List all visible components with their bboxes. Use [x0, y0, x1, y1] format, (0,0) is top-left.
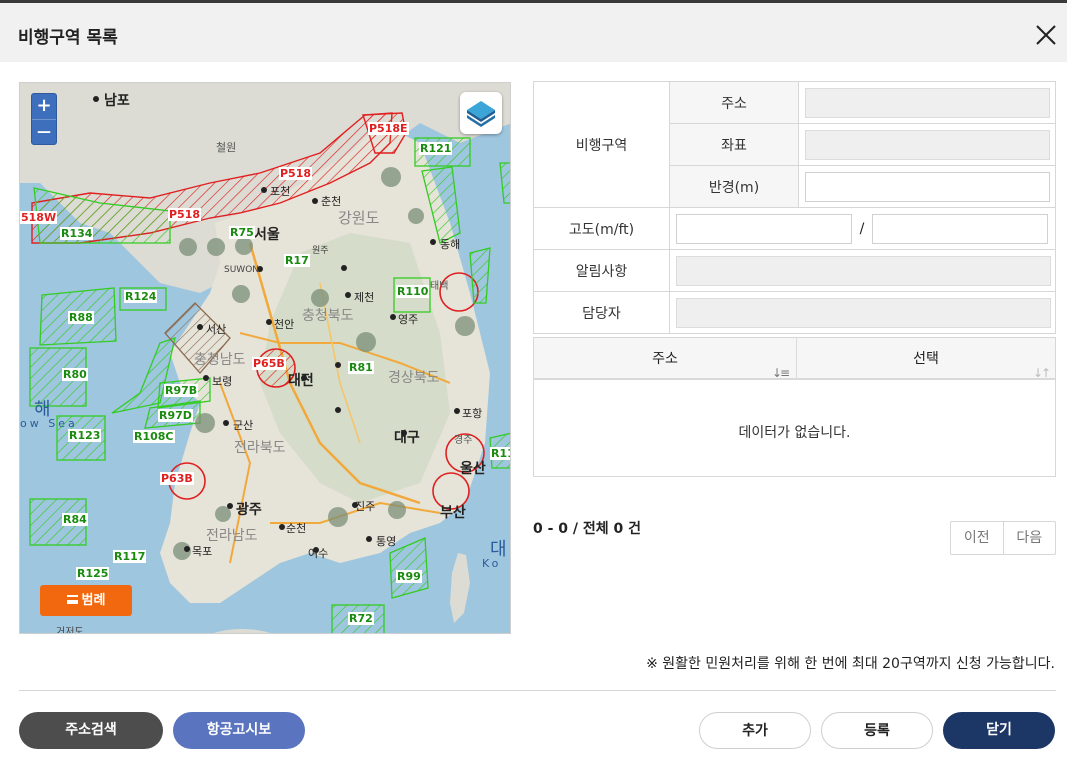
address-input[interactable]: [805, 87, 1050, 118]
zoom-out-button[interactable]: —: [32, 119, 56, 144]
close-button[interactable]: 닫기: [943, 712, 1055, 749]
coord-label: 좌표: [669, 123, 799, 166]
zone-label-R125: R125: [76, 567, 110, 580]
address-search-button[interactable]: 주소검색: [19, 712, 163, 749]
prev-button[interactable]: 이전: [951, 522, 1003, 554]
legend-button[interactable]: 범례: [40, 585, 132, 616]
zone-label-R134: R134: [60, 227, 94, 240]
sort-icon[interactable]: ↓↑: [1033, 352, 1051, 394]
address-label: 주소: [669, 81, 799, 124]
zone-label-P65B: P65B: [252, 357, 286, 370]
dialog-title: 비행구역 목록: [18, 28, 118, 48]
zone-label-R108C: R108C: [133, 430, 175, 443]
legend-button-label: 범례: [81, 593, 106, 608]
layers-button[interactable]: [460, 92, 502, 134]
zone-label-R97D: R97D: [158, 409, 193, 422]
zoom-control: + —: [31, 93, 57, 145]
zone-label-R97B: R97B: [164, 384, 199, 397]
zoom-in-button[interactable]: +: [32, 94, 56, 119]
zone-list: 주소 ↓≡ 선택 ↓↑ 데이터가 없습니다.: [533, 337, 1056, 477]
list-header: 주소 ↓≡ 선택 ↓↑: [534, 338, 1055, 380]
close-icon[interactable]: [1033, 22, 1059, 48]
altitude-separator: /: [859, 220, 865, 237]
zone-label-R80: R80: [62, 368, 88, 381]
manager-input[interactable]: [676, 297, 1051, 328]
zone-label-P63B: P63B: [160, 472, 194, 485]
register-button[interactable]: 등록: [821, 712, 933, 749]
zone-label-R123: R123: [68, 429, 102, 442]
limit-notice: ※ 원활한 민원처리를 위해 한 번에 최대 20구역까지 신청 가능합니다.: [646, 656, 1055, 672]
zone-label-P518E: P518E: [368, 122, 409, 135]
zone-label-R117: R117: [113, 550, 147, 563]
result-count: 0 - 0 / 전체 0 건: [533, 521, 642, 537]
zone-label-R84: R84: [62, 513, 88, 526]
zone-label-R17: R17: [284, 254, 310, 267]
zone-label-R11: R11: [490, 447, 510, 460]
zone-label-R121: R121: [419, 142, 453, 155]
layers-icon: [467, 101, 495, 127]
altitude-ft-input[interactable]: [872, 213, 1048, 244]
flight-zone-map[interactable]: 남포 철원 포천 춘천 강원도 서울 원주 동해 SUWON 제천 태백 천안 …: [19, 82, 511, 634]
zone-labels: P518E P518 P518 518W R121 R134 R75 R17 R…: [20, 83, 510, 633]
add-button[interactable]: 추가: [699, 712, 811, 749]
col-address-label: 주소: [652, 351, 678, 367]
zone-label-R99: R99: [396, 570, 422, 583]
altitude-m-input[interactable]: [676, 213, 852, 244]
radius-input[interactable]: [805, 171, 1050, 202]
manager-label: 담당자: [533, 291, 670, 334]
col-select-header[interactable]: 선택 ↓↑: [797, 338, 1055, 380]
zone-label-R124: R124: [124, 290, 158, 303]
dialog-header: 비행구역 목록: [0, 3, 1067, 62]
coord-input[interactable]: [805, 129, 1050, 160]
empty-message: 데이터가 없습니다.: [738, 425, 851, 441]
next-button[interactable]: 다음: [1002, 522, 1056, 554]
col-select-label: 선택: [913, 351, 939, 367]
altitude-label: 고도(m/ft): [533, 207, 670, 250]
zone-form: 비행구역 주소 좌표 반경(m) 고도(m/ft) / 알림사항 담당자: [533, 81, 1056, 334]
pagination: 이전 다음: [950, 521, 1056, 555]
zone-label-R110: R110: [396, 285, 430, 298]
zone-label-P518: P518: [279, 167, 313, 180]
notice-label: 알림사항: [533, 249, 670, 292]
zone-label-R88: R88: [68, 311, 94, 324]
area-label: 비행구역: [533, 81, 670, 208]
aviation-notice-button[interactable]: 항공고시보: [173, 712, 305, 749]
zone-label-518W: 518W: [20, 211, 58, 224]
sort-desc-icon[interactable]: ↓≡: [772, 352, 790, 394]
zone-label-R81: R81: [348, 361, 374, 374]
notice-input[interactable]: [676, 255, 1051, 286]
footer-divider: [19, 690, 1056, 691]
menu-icon: [66, 595, 78, 604]
col-address-header[interactable]: 주소 ↓≡: [534, 338, 797, 380]
zone-label-R75: R75: [229, 226, 255, 239]
radius-label: 반경(m): [669, 165, 799, 208]
zone-label-R72: R72: [348, 612, 374, 625]
zone-label-P518b: P518: [168, 208, 202, 221]
